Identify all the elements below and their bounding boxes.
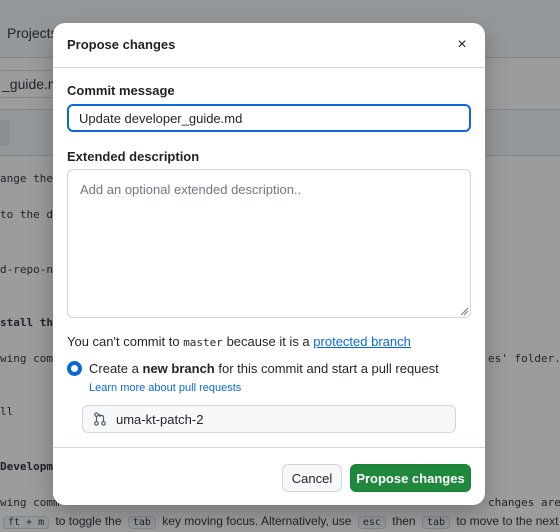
close-icon[interactable]: × [451,34,473,56]
option-text-bold: new branch [142,361,215,376]
commit-message-label: Commit message [67,83,175,98]
branch-name-field[interactable]: uma-kt-patch-2 [82,405,456,433]
learn-more-link[interactable]: Learn more about pull requests [89,382,241,394]
protected-branch-link[interactable]: protected branch [313,334,411,349]
dialog-footer: Cancel Propose changes [53,447,485,505]
option-text: Create a [89,361,139,376]
branch-name: uma-kt-patch-2 [116,412,204,427]
dialog-header: Propose changes × [53,23,485,68]
commit-message-input[interactable] [67,104,471,132]
extended-description-label: Extended description [67,149,200,164]
option-text: for this commit and start a pull request [218,361,439,376]
new-branch-radio[interactable] [67,361,82,376]
branch-code: master [183,336,223,349]
extended-description-textarea[interactable] [67,169,471,318]
dialog-title: Propose changes [67,37,176,52]
propose-changes-dialog: Propose changes × Commit message Extende… [53,23,485,505]
git-pull-request-icon [94,412,106,426]
warning-prefix: You can't commit to [67,334,180,349]
warning-middle: because it is a [226,334,310,349]
protected-branch-warning: You can't commit to master because it is… [67,334,411,349]
resize-grip-icon[interactable] [459,306,469,316]
new-branch-option-label[interactable]: Create a new branch for this commit and … [89,361,439,376]
cancel-button[interactable]: Cancel [282,464,342,492]
propose-changes-button[interactable]: Propose changes [350,464,471,492]
